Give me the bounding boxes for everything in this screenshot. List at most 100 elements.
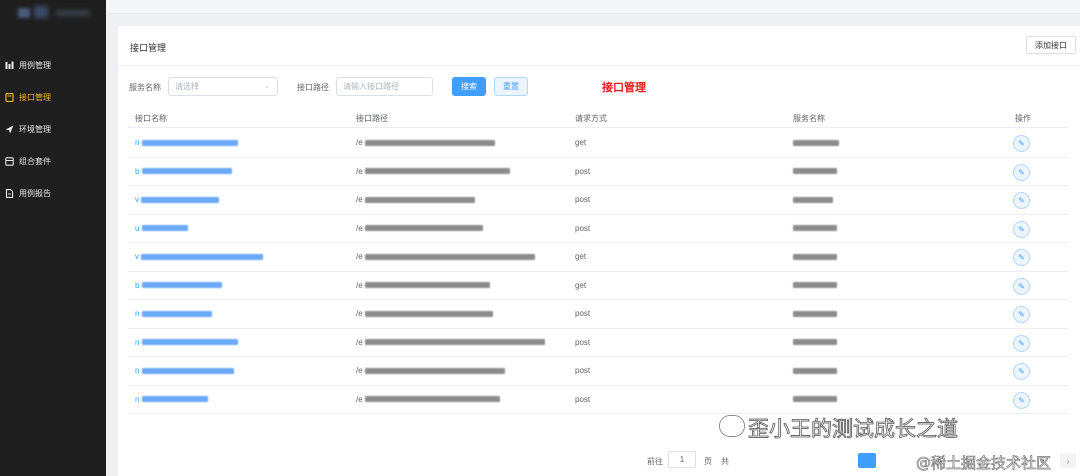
service-select-placeholder: 请选择 bbox=[175, 82, 199, 91]
request-method-cell: post bbox=[575, 337, 591, 347]
interface-name-cell[interactable]: u bbox=[135, 224, 188, 233]
col-interface-path: 接口路径 bbox=[356, 114, 388, 123]
service-name-cell bbox=[793, 167, 837, 176]
sidebar-item-case-report[interactable]: 用例报告 bbox=[0, 183, 106, 203]
sidebar: 用例管理 接口管理 环境管理 组合套件 用例报告 bbox=[0, 0, 106, 476]
interface-path-cell: /e bbox=[356, 366, 505, 375]
col-interface-name: 接口名称 bbox=[135, 114, 167, 123]
edit-icon[interactable]: ✎ bbox=[1013, 391, 1030, 409]
request-method-cell: post bbox=[575, 394, 591, 404]
interface-path-input[interactable] bbox=[336, 77, 433, 96]
table-row: n /e get ✎ bbox=[128, 129, 1068, 158]
panel-header: 接口管理 添加接口 bbox=[118, 26, 1080, 66]
edit-icon[interactable]: ✎ bbox=[1013, 306, 1030, 323]
page-number-input[interactable] bbox=[668, 451, 696, 468]
table-row: v /e get ✎ bbox=[128, 243, 1068, 272]
service-name-select[interactable]: 请选择 ⌄ bbox=[168, 77, 278, 96]
interface-name-cell[interactable]: v bbox=[135, 252, 264, 261]
interface-path-label: 接口路径 bbox=[297, 83, 329, 92]
interface-path-cell: /e bbox=[356, 395, 500, 404]
edit-icon[interactable]: ✎ bbox=[1013, 135, 1030, 152]
interface-path-cell: /e bbox=[356, 252, 535, 261]
table-row: u /e post ✎ bbox=[128, 215, 1068, 243]
interface-name-cell[interactable]: n bbox=[135, 138, 238, 147]
request-method-cell: get bbox=[575, 138, 587, 147]
add-interface-button[interactable]: 添加接口 bbox=[1026, 36, 1076, 54]
interface-path-cell: /e bbox=[356, 224, 483, 233]
wechat-icon bbox=[720, 416, 744, 436]
service-name-cell bbox=[793, 338, 837, 347]
sidebar-item-label: 用例报告 bbox=[19, 188, 51, 198]
edit-icon[interactable]: ✎ bbox=[1013, 192, 1030, 209]
watermark-site: @稀土掘金技术社区 bbox=[916, 454, 1052, 473]
request-method-cell: post bbox=[575, 223, 591, 233]
chevron-right-icon[interactable]: › bbox=[1060, 453, 1076, 468]
service-name-cell bbox=[793, 224, 837, 233]
pagination-goto-label: 前往 bbox=[647, 457, 663, 466]
annotation-label: 接口管理 bbox=[602, 82, 646, 94]
interface-name-cell[interactable]: n bbox=[135, 395, 208, 404]
table-row: n /e post ✎ bbox=[128, 300, 1068, 329]
service-name-cell bbox=[793, 138, 839, 147]
sidebar-item-label: 环境管理 bbox=[19, 124, 51, 134]
sidebar-item-label: 组合套件 bbox=[19, 156, 51, 166]
sidebar-item-label: 接口管理 bbox=[19, 92, 51, 102]
bookmark-icon bbox=[5, 92, 14, 102]
document-icon bbox=[5, 188, 14, 198]
interface-name-cell[interactable]: v bbox=[135, 195, 220, 204]
interface-name-cell[interactable]: b bbox=[135, 167, 232, 176]
interface-name-cell[interactable]: n bbox=[135, 309, 212, 318]
pagination-current-page[interactable] bbox=[858, 453, 876, 468]
table-row: b /e post ✎ bbox=[128, 158, 1068, 186]
bar-chart-icon bbox=[5, 61, 14, 70]
page-title: 接口管理 bbox=[130, 43, 167, 53]
col-service-name: 服务名称 bbox=[793, 114, 825, 123]
service-name-cell bbox=[793, 195, 833, 204]
search-button[interactable]: 搜索 bbox=[452, 77, 486, 96]
service-name-cell bbox=[793, 366, 837, 375]
interface-path-cell: /e bbox=[356, 281, 490, 290]
sidebar-item-case-management[interactable]: 用例管理 bbox=[0, 55, 106, 75]
table-row: n /e post ✎ bbox=[128, 329, 1068, 357]
col-request-method: 请求方式 bbox=[575, 114, 607, 123]
interface-path-cell: /e bbox=[356, 195, 475, 204]
sidebar-item-interface-management[interactable]: 接口管理 bbox=[0, 87, 106, 107]
sidebar-item-environment-management[interactable]: 环境管理 bbox=[0, 119, 106, 139]
watermark-author: 歪小王的测试成长之道 bbox=[748, 417, 959, 442]
col-actions: 操作 bbox=[1015, 114, 1031, 123]
reset-button[interactable]: 重置 bbox=[494, 77, 528, 96]
sidebar-item-label: 用例管理 bbox=[19, 60, 51, 70]
interface-name-cell[interactable]: n bbox=[135, 366, 234, 375]
send-icon bbox=[5, 125, 14, 134]
interface-path-cell: /e bbox=[356, 138, 495, 147]
request-method-cell: post bbox=[575, 195, 591, 204]
table-row: n /e post ✎ bbox=[128, 357, 1068, 386]
top-bar bbox=[106, 0, 1080, 14]
edit-icon[interactable]: ✎ bbox=[1013, 220, 1030, 238]
pagination-page-unit: 页 bbox=[704, 457, 712, 466]
edit-icon[interactable]: ✎ bbox=[1013, 249, 1030, 266]
interface-path-cell: /e bbox=[356, 338, 545, 347]
edit-icon[interactable]: ✎ bbox=[1013, 363, 1030, 380]
interface-name-cell[interactable]: b bbox=[135, 281, 222, 290]
sidebar-item-combined-suite[interactable]: 组合套件 bbox=[0, 151, 106, 171]
request-method-cell: post bbox=[575, 366, 591, 375]
app-logo[interactable] bbox=[12, 4, 92, 24]
interface-path-cell: /e bbox=[356, 167, 510, 176]
edit-icon[interactable]: ✎ bbox=[1013, 163, 1030, 181]
request-method-cell: get bbox=[575, 252, 587, 261]
interface-path-cell: /e bbox=[356, 309, 493, 318]
service-name-cell bbox=[793, 281, 837, 290]
interface-name-cell[interactable]: n bbox=[135, 338, 238, 347]
edit-icon[interactable]: ✎ bbox=[1013, 277, 1030, 295]
service-name-cell bbox=[793, 252, 837, 261]
package-icon bbox=[5, 156, 14, 166]
service-name-cell bbox=[793, 309, 837, 318]
service-name-cell bbox=[793, 395, 837, 404]
request-method-cell: post bbox=[575, 309, 591, 318]
request-method-cell: post bbox=[575, 166, 591, 176]
table-row: n /e post ✎ bbox=[128, 386, 1068, 414]
edit-icon[interactable]: ✎ bbox=[1013, 334, 1030, 352]
table-row: b /e get ✎ bbox=[128, 272, 1068, 300]
request-method-cell: get bbox=[575, 280, 587, 290]
